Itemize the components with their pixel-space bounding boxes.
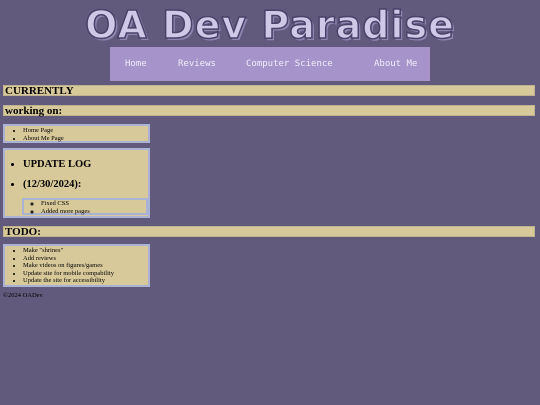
list-item: Make videos on figures/games — [23, 262, 148, 270]
working-on-list-box: Home Page About Me Page — [3, 124, 150, 143]
working-on-heading: working on: — [3, 105, 535, 117]
list-item: Home Page — [23, 127, 148, 135]
list-item: Update site for mobile compability — [23, 270, 148, 278]
nav-home[interactable]: Home — [125, 59, 147, 69]
list-item: About Me Page — [23, 135, 148, 143]
list-item: Update the site for accessibility — [23, 277, 148, 285]
currently-heading: CURRENTLY — [3, 85, 535, 97]
todo-list-box: Make "shrines" Add reviews Make videos o… — [3, 244, 150, 287]
todo-heading: TODO: — [3, 226, 535, 238]
update-log-box: UPDATE LOG (12/30/2024): Fixed CSS Added… — [3, 148, 150, 218]
nav-about-me[interactable]: About Me — [374, 59, 417, 69]
update-log-title: UPDATE LOG — [23, 159, 148, 171]
footer-copyright: ©2024 OADev — [3, 292, 43, 299]
site-logo-title: OA Dev Paradise — [84, 3, 455, 47]
nav-reviews[interactable]: Reviews — [178, 59, 216, 69]
update-details-box: Fixed CSS Added more pages — [22, 198, 148, 215]
list-item: Fixed CSS — [41, 200, 146, 208]
list-item: Added more pages — [41, 208, 146, 216]
nav-computer-science[interactable]: Computer Science — [246, 59, 333, 69]
main-nav: Home Reviews Computer Science About Me — [110, 47, 430, 81]
update-log-date: (12/30/2024): — [23, 179, 148, 191]
list-item: Add reviews — [23, 255, 148, 263]
list-item: Make "shrines" — [23, 247, 148, 255]
